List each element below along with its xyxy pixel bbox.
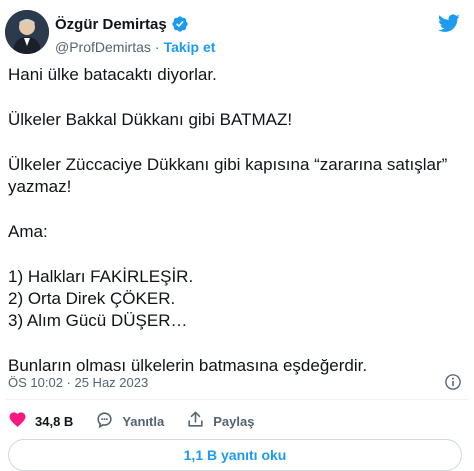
reply-bubble-icon <box>95 410 122 432</box>
action-bar: 34,8 B Yanıtla Paylaş <box>8 410 276 432</box>
separator: · <box>154 39 160 55</box>
like-button[interactable]: 34,8 B <box>8 410 73 432</box>
tweet-line: 1) Halkları FAKİRLEŞİR. 2) Orta Direk ÇÖ… <box>8 267 194 330</box>
tweet-line: Ülkeler Züccaciye Dükkanı gibi kapısına … <box>8 155 448 196</box>
share-label: Paylaş <box>213 413 255 429</box>
tweet-header: Özgür Demirtaş @ProfDemirtas · Takip et <box>5 10 462 60</box>
author-name[interactable]: Özgür Demirtaş <box>55 16 167 33</box>
reply-button[interactable]: Yanıtla <box>95 410 164 432</box>
share-button[interactable]: Paylaş <box>186 410 254 432</box>
avatar[interactable] <box>5 10 49 54</box>
tweet-card: Özgür Demirtaş @ProfDemirtas · Takip et … <box>0 0 474 471</box>
divider <box>6 399 468 400</box>
read-replies-button[interactable]: 1,1 B yanıtı oku <box>8 439 462 471</box>
author-name-row: Özgür Demirtaş <box>55 15 189 33</box>
tweet-line: Ama: <box>8 222 48 241</box>
reply-label: Yanıtla <box>122 413 165 429</box>
author-handle-row: @ProfDemirtas · Takip et <box>55 39 215 55</box>
share-icon <box>186 410 213 432</box>
tweet-line: Hani ülke batacaktı diyorlar. <box>8 65 217 84</box>
info-icon[interactable] <box>444 373 462 391</box>
likes-count: 34,8 B <box>35 413 74 429</box>
author-handle[interactable]: @ProfDemirtas <box>55 39 151 55</box>
tweet-text: Hani ülke batacaktı diyorlar. Ülkeler Ba… <box>8 64 462 377</box>
timestamp[interactable]: ÖS 10:02 · 25 Haz 2023 <box>8 375 148 390</box>
twitter-bird-icon[interactable] <box>438 12 460 34</box>
tweet-line: Ülkeler Bakkal Dükkanı gibi BATMAZ! <box>8 110 293 129</box>
verified-badge-icon <box>171 15 189 33</box>
follow-button[interactable]: Takip et <box>164 39 216 55</box>
tweet-line: Bunların olması ülkelerin batmasına eşde… <box>8 356 368 375</box>
heart-icon <box>8 410 35 432</box>
